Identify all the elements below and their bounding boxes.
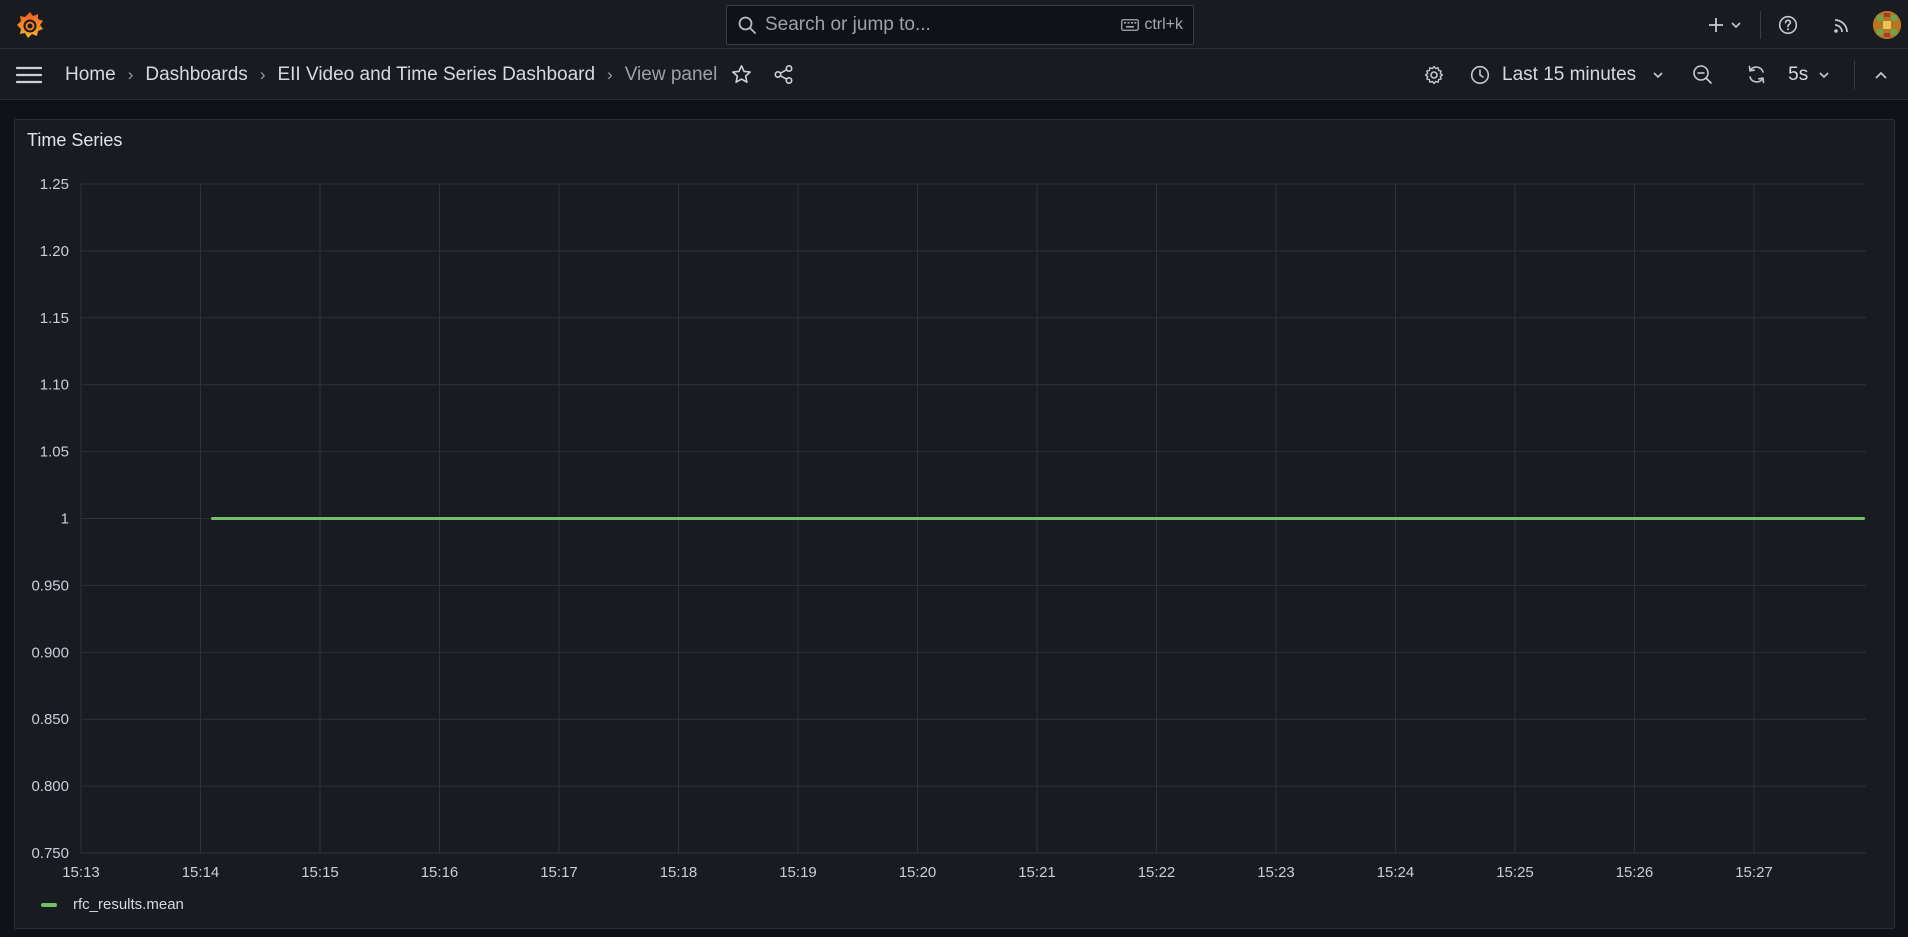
x-axis: 15:13 15:14 15:15 15:16 15:17 15:18 15:19 15:20… <box>62 864 1773 881</box>
news-button[interactable] <box>1819 16 1865 34</box>
legend-item[interactable]: rfc_results.mean <box>41 896 184 913</box>
breadcrumb-dashboard[interactable]: EII Video and Time Series Dashboard <box>277 64 595 86</box>
y-tick-label: 0.950 <box>31 577 69 594</box>
divider <box>1854 60 1856 89</box>
x-tick-label: 15:18 <box>660 864 698 881</box>
search-icon <box>738 16 756 34</box>
zoom-out-button[interactable] <box>1690 64 1714 85</box>
x-tick-label: 15:26 <box>1616 864 1654 881</box>
share-button[interactable] <box>772 64 794 86</box>
breadcrumb-dashboards[interactable]: Dashboards <box>145 64 247 86</box>
y-tick-label: 0.900 <box>31 644 69 661</box>
chevron-up-icon <box>1875 71 1887 79</box>
chevron-right-icon: › <box>127 64 134 84</box>
search-placeholder: Search or jump to... <box>765 14 931 35</box>
x-tick-label: 15:27 <box>1735 864 1773 881</box>
star-button[interactable] <box>730 64 752 86</box>
collapse-button[interactable] <box>1869 70 1893 80</box>
menu-icon[interactable] <box>16 64 42 86</box>
top-bar: Search or jump to... ctrl+k <box>0 0 1908 49</box>
help-button[interactable] <box>1765 15 1811 35</box>
x-tick-label: 15:22 <box>1138 864 1176 881</box>
y-tick-label: 1.05 <box>40 444 69 461</box>
x-tick-label: 15:19 <box>779 864 817 881</box>
chevron-right-icon: › <box>259 64 266 84</box>
dashboard-controls: Last 15 minutes 5s <box>1422 49 1893 100</box>
y-tick-label: 1.15 <box>40 310 69 327</box>
grafana-logo-icon[interactable] <box>14 10 46 40</box>
share-icon <box>773 64 793 85</box>
chevron-right-icon: › <box>607 64 613 84</box>
x-tick-label: 15:16 <box>421 864 459 881</box>
x-tick-label: 15:25 <box>1496 864 1534 881</box>
search-input[interactable]: Search or jump to... ctrl+k <box>726 5 1194 45</box>
shortcut-hint: ctrl+k <box>1121 16 1183 34</box>
time-series-chart[interactable]: 1.25 1.20 1.15 1.10 1.05 1 0.950 0.900 0.850 0.80… <box>15 120 1896 920</box>
zoom-out-icon <box>1692 65 1712 84</box>
y-tick-label: 0.800 <box>31 778 69 795</box>
y-tick-label: 0.850 <box>31 711 69 728</box>
top-right-actions <box>1702 0 1865 49</box>
rss-icon <box>1834 18 1848 33</box>
refresh-button[interactable] <box>1744 64 1768 85</box>
settings-button[interactable] <box>1422 65 1446 85</box>
legend-swatch <box>41 902 57 907</box>
avatar-image <box>1873 11 1901 39</box>
x-tick-label: 15:20 <box>899 864 937 881</box>
shortcut-label: ctrl+k <box>1144 16 1183 33</box>
chevron-down-icon <box>1819 71 1829 78</box>
y-tick-label: 1.25 <box>40 176 69 193</box>
help-icon <box>1778 15 1798 34</box>
x-tick-label: 15:21 <box>1018 864 1056 881</box>
clock-icon <box>1470 65 1490 84</box>
time-range-label: Last 15 minutes <box>1502 63 1637 85</box>
legend-label: rfc_results.mean <box>73 896 184 913</box>
breadcrumb-home[interactable]: Home <box>65 64 116 86</box>
x-tick-label: 15:15 <box>301 864 339 881</box>
divider <box>1760 10 1761 39</box>
gear-icon <box>1424 65 1444 84</box>
nav-bar: Home › Dashboards › EII Video and Time S… <box>0 49 1908 100</box>
breadcrumb: Home › Dashboards › EII Video and Time S… <box>65 49 717 100</box>
new-button[interactable] <box>1702 17 1748 33</box>
y-tick-label: 1 <box>61 511 69 528</box>
x-tick-label: 15:17 <box>540 864 578 881</box>
breadcrumb-current: View panel <box>624 63 718 85</box>
time-series-panel: Time Series 1.25 1.20 1.15 1.10 1.05 1 0.950 0.… <box>14 119 1895 929</box>
time-range-picker[interactable]: Last 15 minutes <box>1470 64 1664 86</box>
chevron-down-icon <box>1731 21 1741 28</box>
x-tick-label: 15:23 <box>1257 864 1295 881</box>
plus-icon <box>1709 17 1723 32</box>
keyboard-icon <box>1121 19 1140 31</box>
refresh-interval-label: 5s <box>1788 63 1809 85</box>
chevron-down-icon <box>1653 71 1663 78</box>
y-tick-label: 1.20 <box>40 243 69 260</box>
star-icon <box>731 64 751 84</box>
refresh-icon <box>1748 65 1764 84</box>
panel-actions <box>730 49 794 100</box>
avatar[interactable] <box>1873 11 1901 39</box>
x-tick-label: 15:14 <box>182 864 220 881</box>
y-tick-label: 0.750 <box>31 845 69 862</box>
y-tick-label: 1.10 <box>40 377 69 394</box>
y-axis: 1.25 1.20 1.15 1.10 1.05 1 0.950 0.900 0.850 0.80… <box>31 176 69 862</box>
x-tick-label: 15:24 <box>1377 864 1415 881</box>
x-tick-label: 15:13 <box>62 864 100 881</box>
refresh-interval-picker[interactable]: 5s <box>1788 64 1830 86</box>
